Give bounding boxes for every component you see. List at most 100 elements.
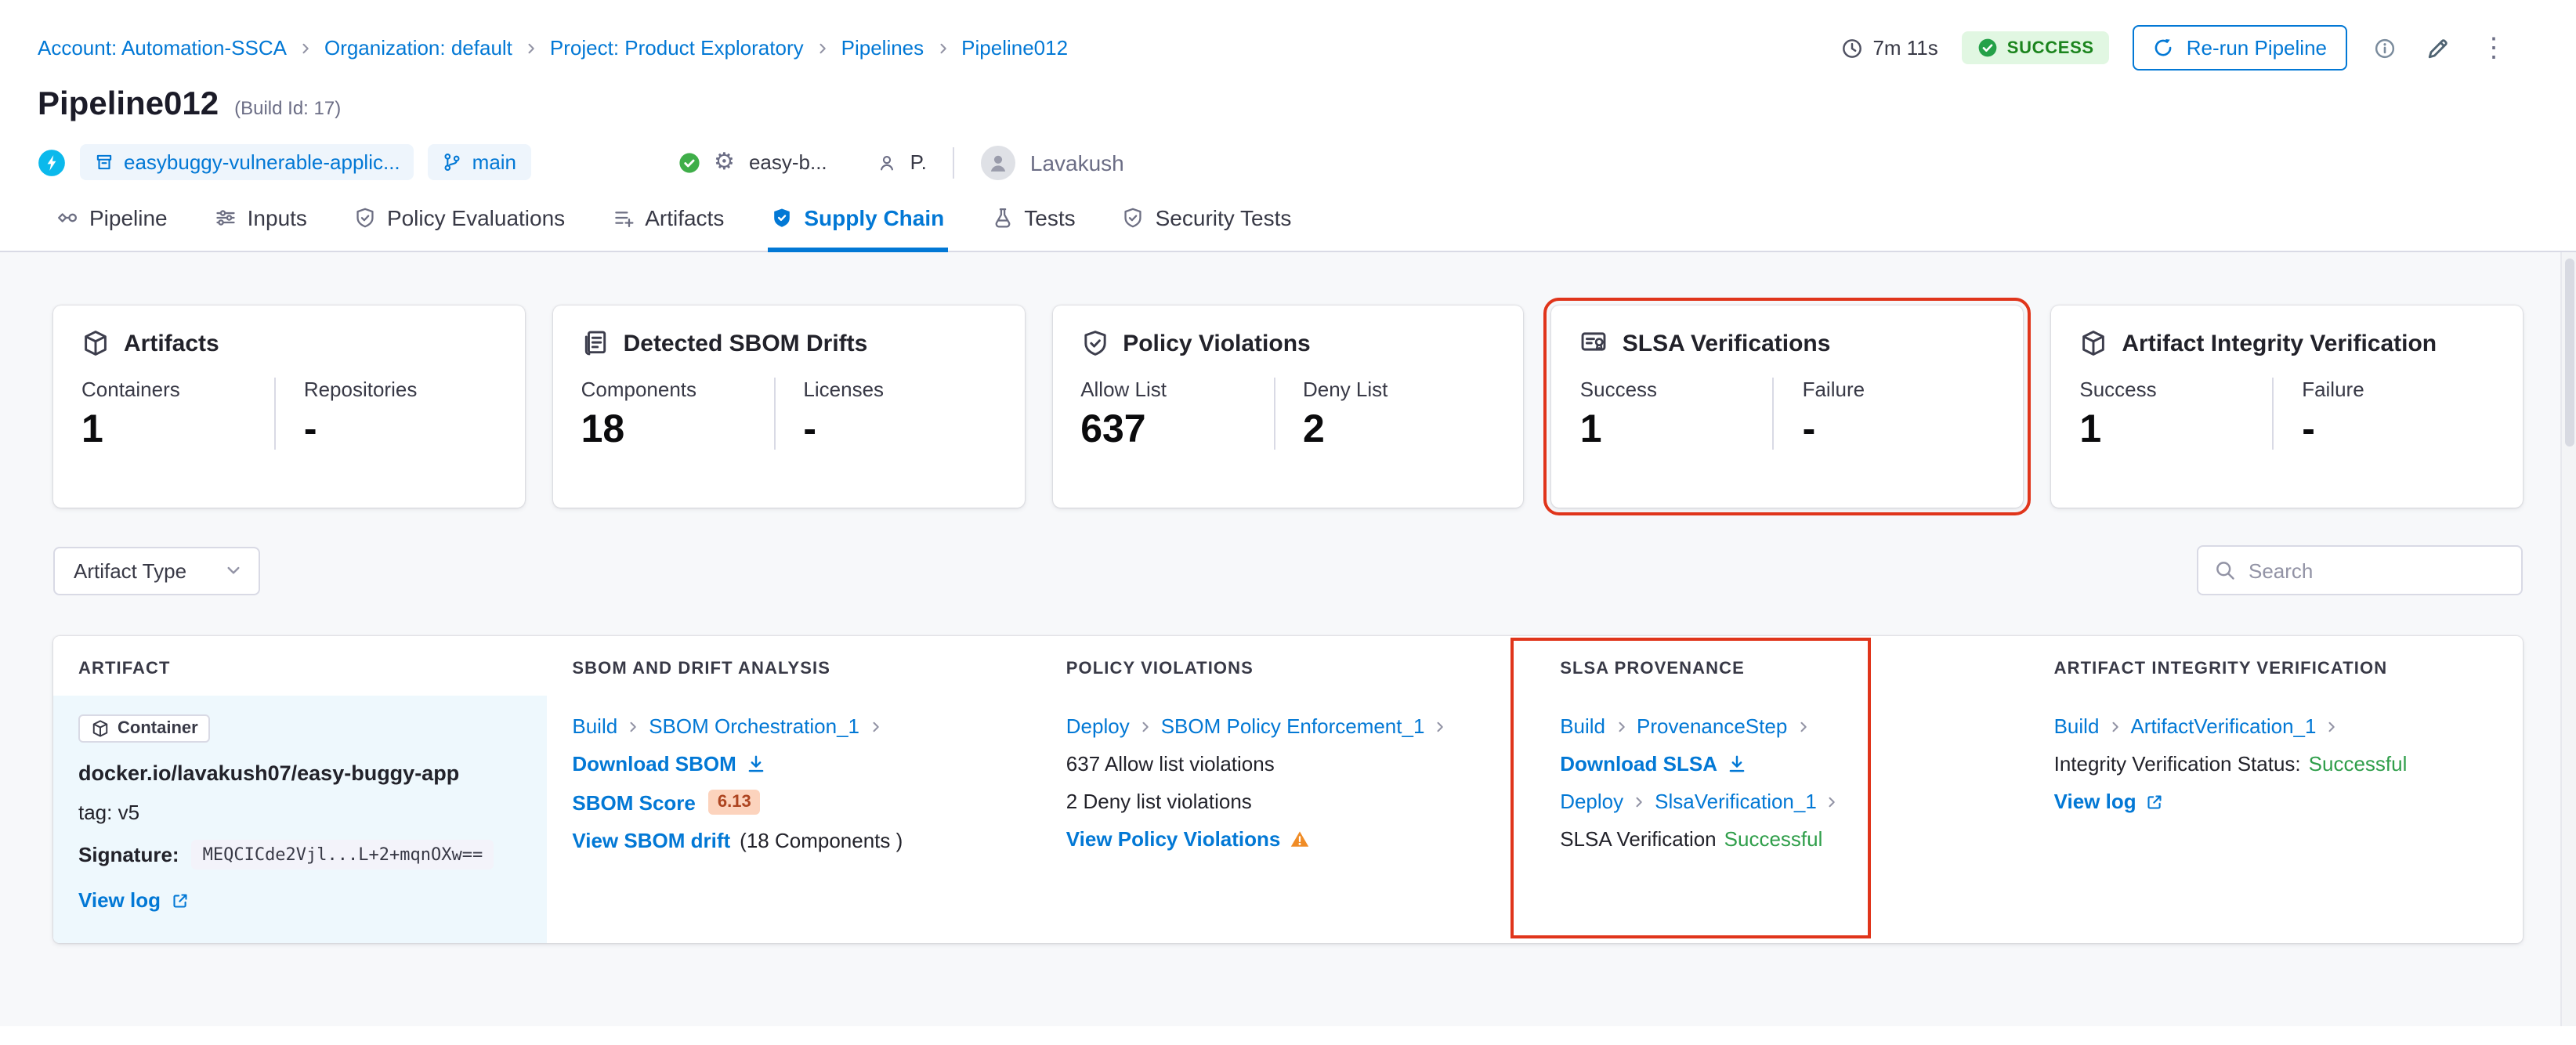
- security-shield-icon: [1123, 207, 1145, 229]
- download-icon: [1727, 754, 1747, 774]
- search-box: [2197, 545, 2523, 595]
- sbom-score-link[interactable]: SBOM Score: [572, 790, 696, 814]
- more-options-button[interactable]: ⋮: [2477, 31, 2510, 64]
- breadcrumb-pipeline012[interactable]: Pipeline012: [961, 36, 1068, 60]
- scrollbar-thumb[interactable]: [2565, 259, 2574, 447]
- branch-chip[interactable]: main: [428, 144, 531, 180]
- allow-list-violations: 637 Allow list violations: [1065, 752, 1275, 776]
- tab-supply-chain[interactable]: Supply Chain: [768, 205, 949, 252]
- download-icon: [746, 754, 766, 774]
- card-metric: Allow List 637: [1080, 378, 1273, 450]
- status-value: Successful: [1724, 827, 1823, 851]
- view-sbom-drift-link[interactable]: View SBOM drift: [572, 829, 730, 852]
- chevron-right-icon: [1138, 718, 1153, 734]
- card-slsa-verifications: SLSA Verifications Success 1 Failure -: [1543, 298, 2031, 515]
- info-button[interactable]: [2371, 34, 2399, 62]
- tab-label: Artifacts: [645, 205, 725, 230]
- tab-security-tests[interactable]: Security Tests: [1123, 205, 1291, 251]
- tab-policy-evaluations[interactable]: Policy Evaluations: [354, 205, 565, 251]
- download-slsa-label: Download SLSA: [1560, 752, 1717, 776]
- metric-label: Success: [1579, 378, 1658, 401]
- policy-stage-path: Deploy SBOM Policy Enforcement_1: [1066, 714, 1510, 738]
- breadcrumb-pipelines[interactable]: Pipelines: [841, 36, 924, 60]
- edit-pipeline-button[interactable]: [2422, 32, 2454, 63]
- chevron-right-icon: [935, 40, 950, 56]
- metric-label: Repositories: [303, 378, 418, 401]
- integrity-cell: Build ArtifactVerification_1 Integrity V…: [2029, 696, 2523, 943]
- chevron-right-icon: [2107, 718, 2122, 734]
- card-metric: Failure -: [1772, 378, 1995, 450]
- card-sbom-drifts: Detected SBOM Drifts Components 18 Licen…: [552, 306, 1025, 508]
- cube-icon: [2079, 329, 2107, 357]
- external-link-icon: [170, 891, 189, 909]
- card-title: Artifact Integrity Verification: [2122, 330, 2437, 356]
- metric-value: -: [303, 407, 317, 451]
- chevron-right-icon: [1631, 794, 1647, 809]
- download-slsa-link[interactable]: Download SLSA: [1560, 752, 2003, 776]
- tab-inputs[interactable]: Inputs: [215, 205, 307, 251]
- metric-value: -: [2302, 407, 2315, 451]
- chevron-right-icon: [815, 40, 830, 56]
- success-check-icon: [1977, 38, 1998, 58]
- dropdown-label: Artifact Type: [74, 559, 187, 582]
- card-metric: Success 1: [1580, 378, 1773, 450]
- column-header-artifact: ARTIFACT: [78, 660, 171, 678]
- column-header-slsa: SLSA PROVENANCE: [1560, 660, 1745, 678]
- step-link[interactable]: SlsaVerification_1: [1655, 790, 1817, 813]
- metric-value: 18: [581, 407, 625, 451]
- stage-link[interactable]: Build: [2054, 714, 2100, 738]
- card-artifacts: Artifacts Containers 1 Repositories -: [53, 306, 525, 508]
- app-window: Account: Automation-SSCA Organization: d…: [0, 0, 2576, 1045]
- metric-label: Containers: [81, 378, 180, 401]
- drift-component-count: (18 Components ): [740, 829, 903, 852]
- tab-bar: Pipeline Inputs Policy Evaluations Artif…: [0, 180, 2576, 252]
- stage-link[interactable]: Build: [572, 714, 617, 738]
- artifact-type-dropdown[interactable]: Artifact Type: [53, 546, 261, 595]
- table-header-row: ARTIFACT SBOM AND DRIFT ANALYSIS POLICY …: [53, 636, 2523, 696]
- search-input[interactable]: [2249, 559, 2505, 582]
- integrity-stage-path: Build ArtifactVerification_1: [2054, 714, 2498, 738]
- stage-link[interactable]: Deploy: [1066, 714, 1130, 738]
- vertical-scrollbar[interactable]: [2560, 252, 2576, 1026]
- integrity-view-log-link[interactable]: View log: [2054, 790, 2498, 813]
- repo-chip[interactable]: easybuggy-vulnerable-applic...: [80, 144, 414, 180]
- tab-artifacts[interactable]: Artifacts: [612, 205, 724, 251]
- step-link[interactable]: SBOM Policy Enforcement_1: [1161, 714, 1425, 738]
- tab-pipeline[interactable]: Pipeline: [56, 205, 168, 251]
- pipeline-duration: 7m 11s: [1841, 36, 1938, 60]
- card-metric: Containers 1: [81, 378, 274, 450]
- metric-label: Failure: [1802, 378, 1865, 401]
- external-link-icon: [2146, 792, 2165, 811]
- warning-icon: [1290, 829, 1310, 849]
- breadcrumb-project[interactable]: Project: Product Exploratory: [550, 36, 804, 60]
- status-badge: SUCCESS: [1961, 31, 2110, 64]
- chevron-right-icon: [1432, 718, 1448, 734]
- rerun-pipeline-button[interactable]: Re-run Pipeline: [2133, 25, 2347, 71]
- step-link[interactable]: ArtifactVerification_1: [2130, 714, 2316, 738]
- chevron-right-icon: [523, 40, 539, 56]
- metric-label: Allow List: [1080, 378, 1167, 401]
- stage-link[interactable]: Deploy: [1560, 790, 1623, 813]
- status-text: SUCCESS: [2006, 38, 2094, 57]
- shield-check-icon: [1080, 329, 1109, 357]
- tab-label: Pipeline: [89, 205, 168, 230]
- footer-strip: [0, 1026, 2576, 1045]
- download-sbom-link[interactable]: Download SBOM: [572, 752, 1015, 776]
- page-header: Account: Automation-SSCA Organization: d…: [0, 0, 2576, 252]
- stage-link[interactable]: Build: [1560, 714, 1605, 738]
- type-badge-label: Container: [118, 719, 198, 738]
- tab-tests[interactable]: Tests: [991, 205, 1076, 251]
- breadcrumb-organization[interactable]: Organization: default: [324, 36, 512, 60]
- pipeline-execution-icon: [38, 148, 66, 176]
- step-link[interactable]: SBOM Orchestration_1: [649, 714, 859, 738]
- step-link[interactable]: ProvenanceStep: [1637, 714, 1787, 738]
- breadcrumb-account[interactable]: Account: Automation-SSCA: [38, 36, 287, 60]
- kebab-icon: ⋮: [2480, 33, 2507, 63]
- filter-row: Artifact Type: [53, 545, 2523, 595]
- execution-meta-row: easybuggy-vulnerable-applic... main ⚙ ea…: [0, 124, 2576, 180]
- artifact-view-log-link[interactable]: View log: [78, 888, 522, 912]
- user-icon: [877, 153, 896, 172]
- view-policy-violations-link[interactable]: View Policy Violations: [1066, 827, 1510, 851]
- pipeline-icon: [56, 207, 78, 229]
- artifacts-list-icon: [612, 207, 634, 229]
